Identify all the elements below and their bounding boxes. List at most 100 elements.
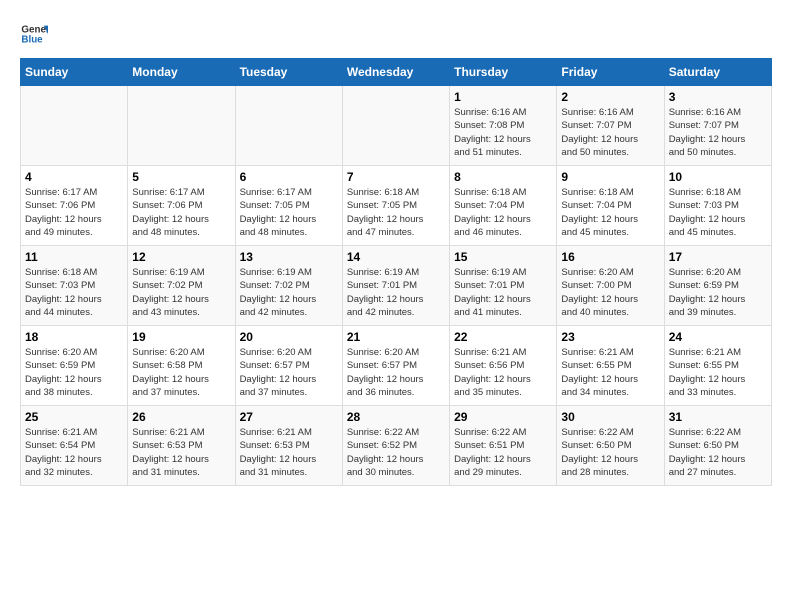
day-info: Sunrise: 6:20 AM Sunset: 6:58 PM Dayligh…: [132, 346, 230, 399]
col-header-sunday: Sunday: [21, 59, 128, 86]
day-number: 3: [669, 90, 767, 104]
calendar-cell: 11 Sunrise: 6:18 AM Sunset: 7:03 PM Dayli…: [21, 246, 128, 326]
calendar-cell: 25Sunrise: 6:21 AM Sunset: 6:54 PM Dayli…: [21, 406, 128, 486]
day-info: Sunrise: 6:16 AM Sunset: 7:08 PM Dayligh…: [454, 106, 552, 159]
day-info: Sunrise: 6:18 AM Sunset: 7:03 PM Dayligh…: [669, 186, 767, 239]
day-number: 9: [561, 170, 659, 184]
day-number: 27: [240, 410, 338, 424]
calendar-cell: 26 Sunrise: 6:21 AM Sunset: 6:53 PM Dayli…: [128, 406, 235, 486]
header-row: SundayMondayTuesdayWednesdayThursdayFrid…: [21, 59, 772, 86]
day-info: Sunrise: 6:21 AM Sunset: 6:53 PM Dayligh…: [240, 426, 338, 479]
day-info: Sunrise: 6:22 AM Sunset: 6:51 PM Dayligh…: [454, 426, 552, 479]
calendar-cell: [235, 86, 342, 166]
calendar-cell: 3 Sunrise: 6:16 AM Sunset: 7:07 PM Daylig…: [664, 86, 771, 166]
calendar-cell: 2Sunrise: 6:16 AM Sunset: 7:07 PM Daylig…: [557, 86, 664, 166]
col-header-monday: Monday: [128, 59, 235, 86]
day-number: 29: [454, 410, 552, 424]
day-number: 4: [25, 170, 123, 184]
col-header-wednesday: Wednesday: [342, 59, 449, 86]
day-info: Sunrise: 6:19 AM Sunset: 7:02 PM Dayligh…: [240, 266, 338, 319]
day-info: Sunrise: 6:21 AM Sunset: 6:56 PM Dayligh…: [454, 346, 552, 399]
day-number: 26: [132, 410, 230, 424]
calendar-cell: 22Sunrise: 6:21 AM Sunset: 6:56 PM Dayli…: [450, 326, 557, 406]
calendar-cell: 5 Sunrise: 6:17 AM Sunset: 7:06 PM Daylig…: [128, 166, 235, 246]
calendar-cell: 1 Sunrise: 6:16 AM Sunset: 7:08 PM Daylig…: [450, 86, 557, 166]
svg-text:Blue: Blue: [21, 34, 43, 45]
calendar-cell: 20 Sunrise: 6:20 AM Sunset: 6:57 PM Dayli…: [235, 326, 342, 406]
day-number: 17: [669, 250, 767, 264]
calendar-cell: 8Sunrise: 6:18 AM Sunset: 7:04 PM Daylig…: [450, 166, 557, 246]
day-info: Sunrise: 6:21 AM Sunset: 6:55 PM Dayligh…: [561, 346, 659, 399]
day-info: Sunrise: 6:20 AM Sunset: 6:59 PM Dayligh…: [669, 266, 767, 319]
calendar-cell: [21, 86, 128, 166]
day-number: 18: [25, 330, 123, 344]
calendar-cell: 15 Sunrise: 6:19 AM Sunset: 7:01 PM Dayli…: [450, 246, 557, 326]
day-info: Sunrise: 6:19 AM Sunset: 7:01 PM Dayligh…: [454, 266, 552, 319]
calendar-table: SundayMondayTuesdayWednesdayThursdayFrid…: [20, 58, 772, 486]
day-number: 15: [454, 250, 552, 264]
day-number: 8: [454, 170, 552, 184]
day-info: Sunrise: 6:17 AM Sunset: 7:05 PM Dayligh…: [240, 186, 338, 239]
calendar-cell: 19 Sunrise: 6:20 AM Sunset: 6:58 PM Dayli…: [128, 326, 235, 406]
day-info: Sunrise: 6:20 AM Sunset: 6:59 PM Dayligh…: [25, 346, 123, 399]
calendar-cell: 29 Sunrise: 6:22 AM Sunset: 6:51 PM Dayli…: [450, 406, 557, 486]
week-row-1: 1 Sunrise: 6:16 AM Sunset: 7:08 PM Daylig…: [21, 86, 772, 166]
calendar-cell: 27 Sunrise: 6:21 AM Sunset: 6:53 PM Dayli…: [235, 406, 342, 486]
day-info: Sunrise: 6:17 AM Sunset: 7:06 PM Dayligh…: [25, 186, 123, 239]
day-number: 5: [132, 170, 230, 184]
day-number: 13: [240, 250, 338, 264]
calendar-cell: 16 Sunrise: 6:20 AM Sunset: 7:00 PM Dayli…: [557, 246, 664, 326]
col-header-tuesday: Tuesday: [235, 59, 342, 86]
calendar-cell: 14 Sunrise: 6:19 AM Sunset: 7:01 PM Dayli…: [342, 246, 449, 326]
day-info: Sunrise: 6:18 AM Sunset: 7:03 PM Dayligh…: [25, 266, 123, 319]
logo: General Blue: [20, 20, 48, 48]
day-info: Sunrise: 6:22 AM Sunset: 6:50 PM Dayligh…: [561, 426, 659, 479]
calendar-cell: 6 Sunrise: 6:17 AM Sunset: 7:05 PM Daylig…: [235, 166, 342, 246]
day-number: 31: [669, 410, 767, 424]
day-number: 14: [347, 250, 445, 264]
calendar-cell: 30 Sunrise: 6:22 AM Sunset: 6:50 PM Dayli…: [557, 406, 664, 486]
day-info: Sunrise: 6:20 AM Sunset: 6:57 PM Dayligh…: [240, 346, 338, 399]
day-info: Sunrise: 6:17 AM Sunset: 7:06 PM Dayligh…: [132, 186, 230, 239]
page-header: General Blue: [20, 20, 772, 48]
calendar-cell: 7 Sunrise: 6:18 AM Sunset: 7:05 PM Daylig…: [342, 166, 449, 246]
day-info: Sunrise: 6:20 AM Sunset: 7:00 PM Dayligh…: [561, 266, 659, 319]
day-number: 25: [25, 410, 123, 424]
calendar-cell: [342, 86, 449, 166]
day-info: Sunrise: 6:19 AM Sunset: 7:01 PM Dayligh…: [347, 266, 445, 319]
calendar-cell: 28Sunrise: 6:22 AM Sunset: 6:52 PM Dayli…: [342, 406, 449, 486]
week-row-4: 18 Sunrise: 6:20 AM Sunset: 6:59 PM Dayli…: [21, 326, 772, 406]
day-info: Sunrise: 6:21 AM Sunset: 6:53 PM Dayligh…: [132, 426, 230, 479]
day-info: Sunrise: 6:18 AM Sunset: 7:04 PM Dayligh…: [561, 186, 659, 239]
day-number: 7: [347, 170, 445, 184]
day-number: 24: [669, 330, 767, 344]
col-header-friday: Friday: [557, 59, 664, 86]
calendar-cell: 17 Sunrise: 6:20 AM Sunset: 6:59 PM Dayli…: [664, 246, 771, 326]
day-number: 20: [240, 330, 338, 344]
day-number: 6: [240, 170, 338, 184]
calendar-cell: 23Sunrise: 6:21 AM Sunset: 6:55 PM Dayli…: [557, 326, 664, 406]
col-header-saturday: Saturday: [664, 59, 771, 86]
calendar-cell: 13 Sunrise: 6:19 AM Sunset: 7:02 PM Dayli…: [235, 246, 342, 326]
day-number: 12: [132, 250, 230, 264]
calendar-cell: [128, 86, 235, 166]
day-info: Sunrise: 6:22 AM Sunset: 6:50 PM Dayligh…: [669, 426, 767, 479]
calendar-cell: 12Sunrise: 6:19 AM Sunset: 7:02 PM Dayli…: [128, 246, 235, 326]
col-header-thursday: Thursday: [450, 59, 557, 86]
day-number: 11: [25, 250, 123, 264]
day-number: 30: [561, 410, 659, 424]
day-info: Sunrise: 6:18 AM Sunset: 7:05 PM Dayligh…: [347, 186, 445, 239]
week-row-3: 11 Sunrise: 6:18 AM Sunset: 7:03 PM Dayli…: [21, 246, 772, 326]
logo-icon: General Blue: [20, 20, 48, 48]
day-number: 1: [454, 90, 552, 104]
day-number: 19: [132, 330, 230, 344]
day-info: Sunrise: 6:22 AM Sunset: 6:52 PM Dayligh…: [347, 426, 445, 479]
week-row-2: 4 Sunrise: 6:17 AM Sunset: 7:06 PM Daylig…: [21, 166, 772, 246]
day-info: Sunrise: 6:20 AM Sunset: 6:57 PM Dayligh…: [347, 346, 445, 399]
day-number: 16: [561, 250, 659, 264]
day-info: Sunrise: 6:16 AM Sunset: 7:07 PM Dayligh…: [561, 106, 659, 159]
calendar-cell: 18 Sunrise: 6:20 AM Sunset: 6:59 PM Dayli…: [21, 326, 128, 406]
week-row-5: 25Sunrise: 6:21 AM Sunset: 6:54 PM Dayli…: [21, 406, 772, 486]
day-info: Sunrise: 6:16 AM Sunset: 7:07 PM Dayligh…: [669, 106, 767, 159]
day-number: 10: [669, 170, 767, 184]
